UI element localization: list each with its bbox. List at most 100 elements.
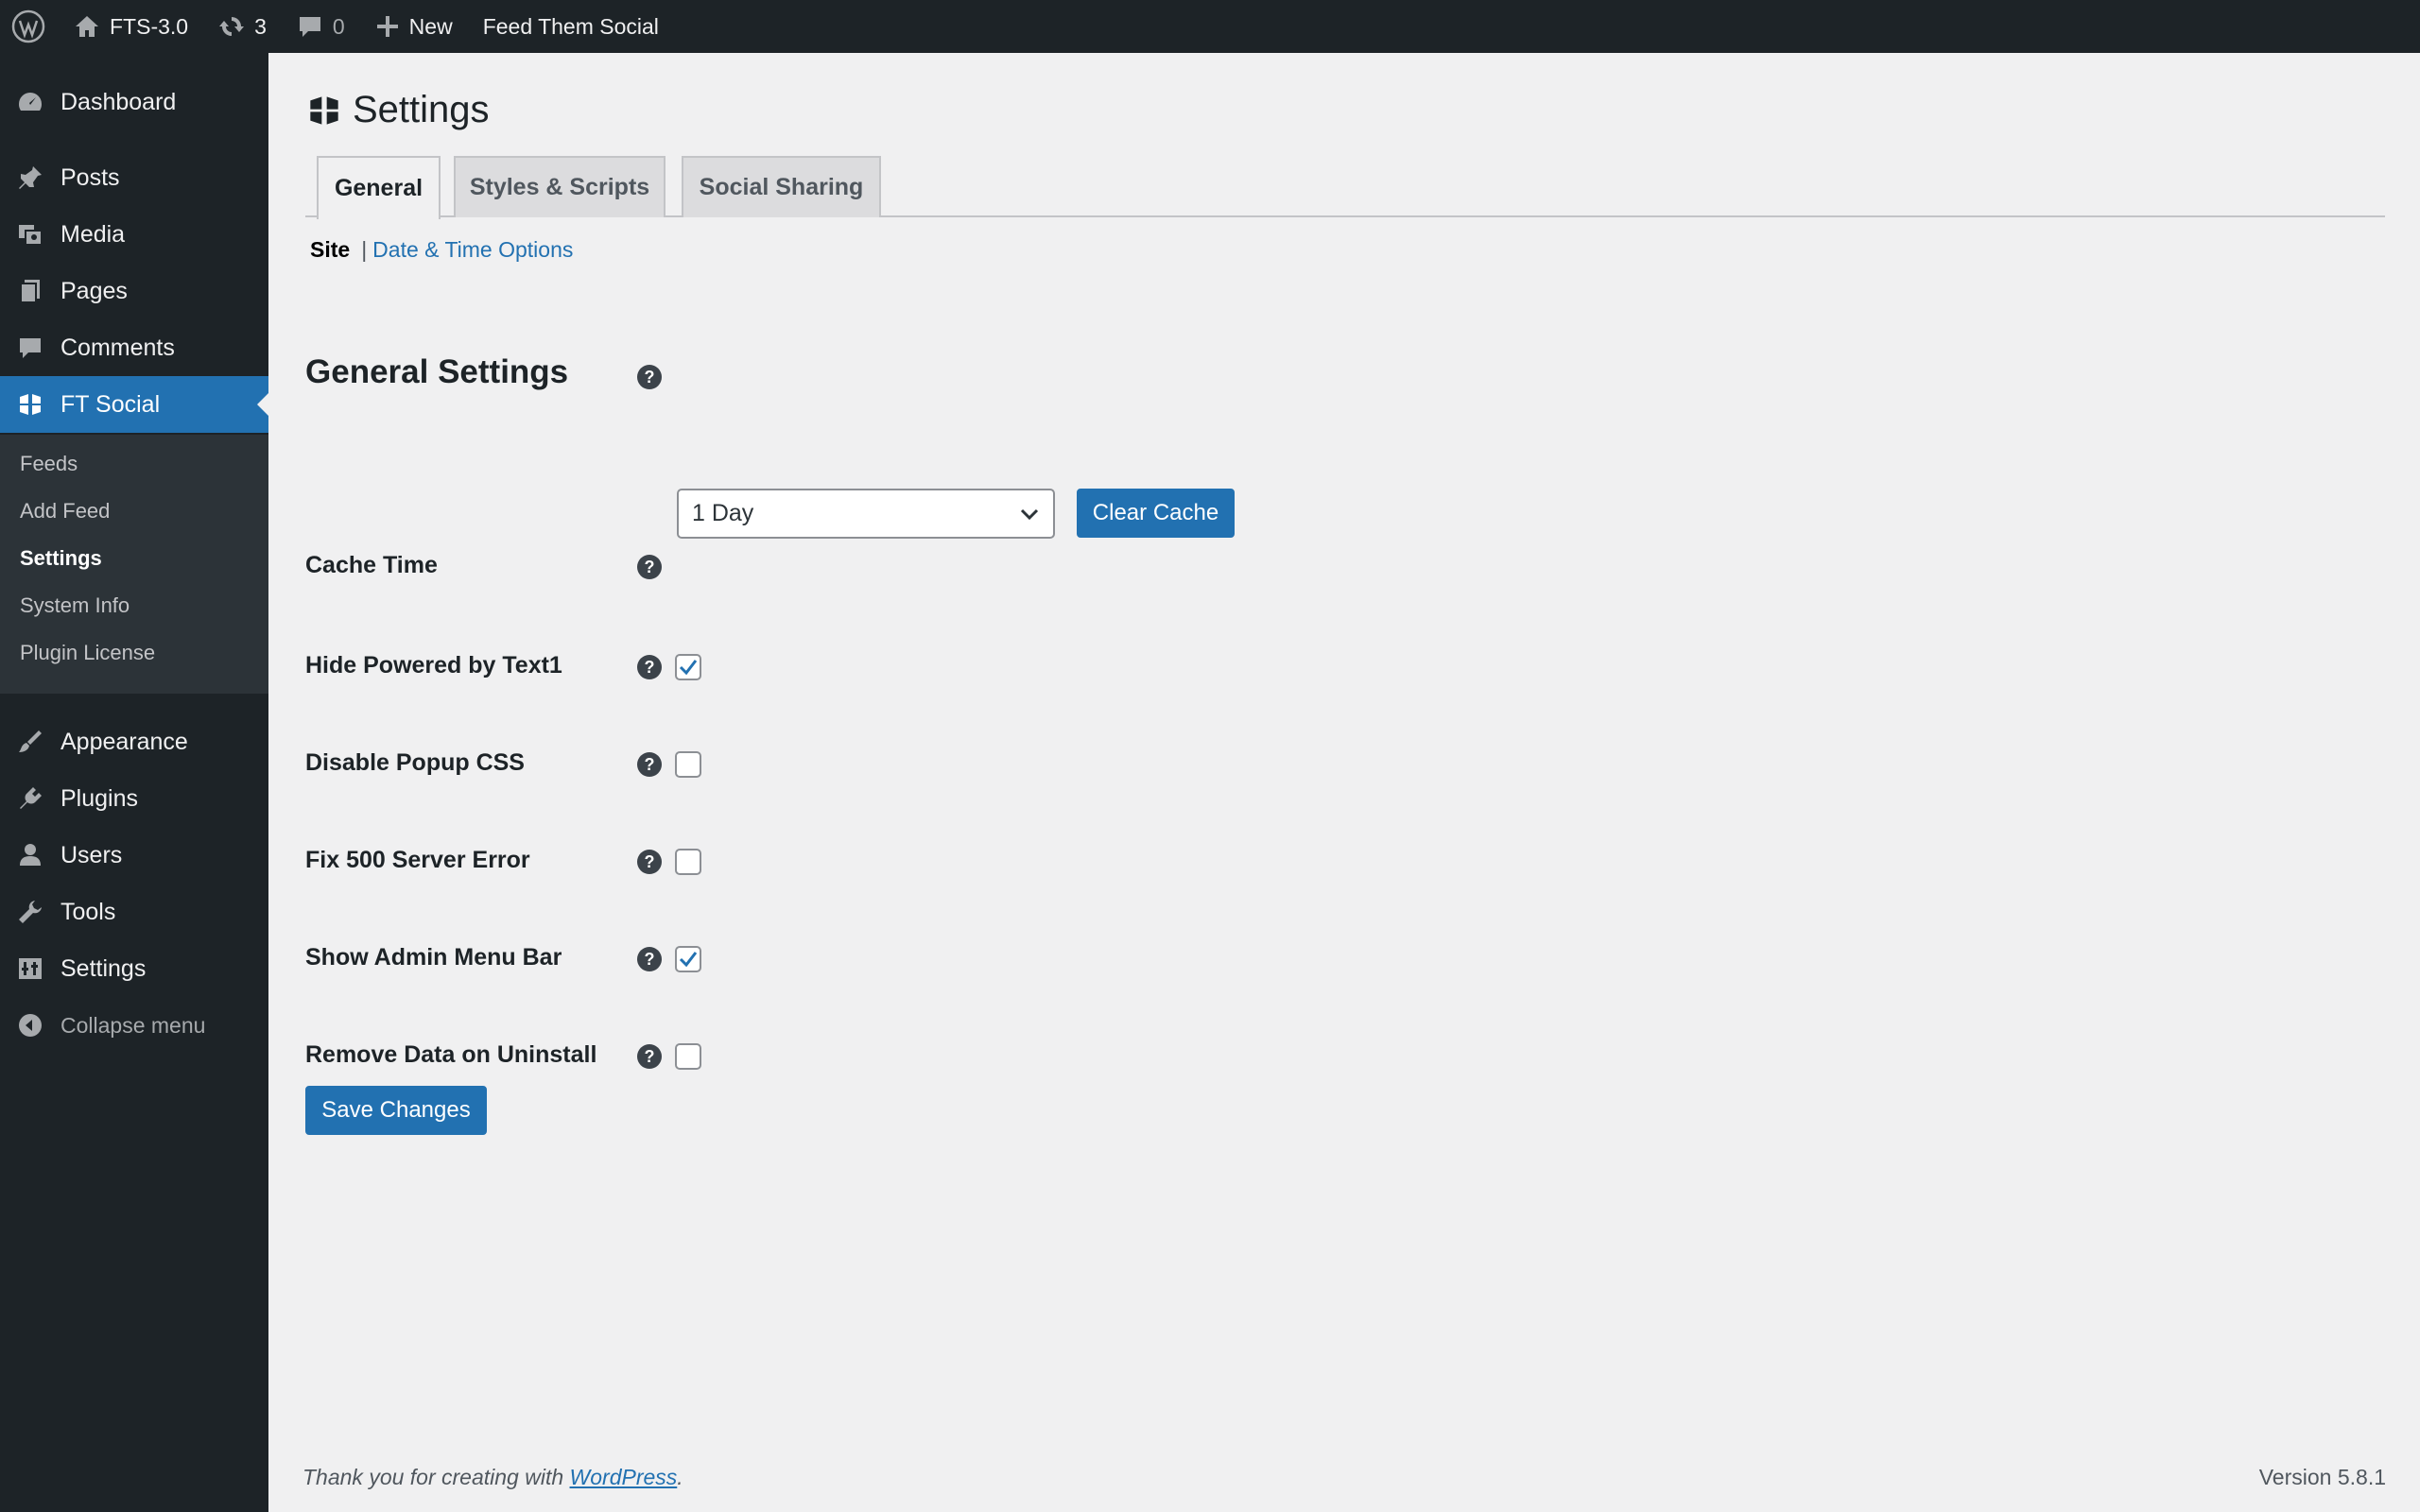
admin-sidebar: Dashboard Posts Media Pages Comments FT …: [0, 53, 268, 1512]
checkmark-icon: [679, 952, 698, 968]
plus-icon: [376, 16, 398, 37]
comment-icon: [0, 334, 60, 362]
show-admin-menu-bar-checkbox[interactable]: [675, 946, 701, 972]
cache-time-select[interactable]: 1 Day: [677, 489, 1055, 539]
sidebar-item-label: Comments: [60, 334, 175, 361]
sidebar-item-appearance[interactable]: Appearance: [0, 713, 268, 770]
pin-icon: [0, 163, 60, 192]
chevron-down-icon: [1019, 504, 1040, 524]
collapse-icon: [0, 1011, 60, 1040]
plugin-icon: [0, 784, 60, 813]
fix-500-server-error-label: Fix 500 Server Error: [305, 847, 530, 873]
sidebar-item-tools[interactable]: Tools: [0, 884, 268, 940]
wordpress-logo-button[interactable]: [0, 0, 59, 53]
sidebar-item-label: Posts: [60, 163, 120, 191]
sidebar-item-label: Plugins: [60, 784, 138, 812]
page-title-text: Settings: [353, 89, 490, 130]
sidebar-item-settings[interactable]: Settings: [0, 940, 268, 997]
save-changes-button[interactable]: Save Changes: [305, 1086, 487, 1135]
submenu-item-feeds[interactable]: Feeds: [20, 452, 78, 476]
wordpress-icon: [11, 9, 45, 43]
footer-thanks-suffix: .: [677, 1465, 683, 1489]
help-icon[interactable]: ?: [637, 365, 662, 389]
new-label: New: [408, 13, 453, 39]
sidebar-item-label: Pages: [60, 277, 128, 304]
ft-social-submenu: Feeds Add Feed Settings System Info Plug…: [0, 435, 268, 694]
sidebar-item-label: Collapse menu: [60, 1012, 206, 1038]
collapse-menu-button[interactable]: Collapse menu: [0, 997, 268, 1054]
ft-social-icon: [0, 390, 60, 419]
submenu-item-settings[interactable]: Settings: [20, 546, 102, 571]
show-admin-menu-bar-label: Show Admin Menu Bar: [305, 944, 562, 971]
comment-bubble-icon: [299, 17, 320, 37]
sidebar-item-label: FT Social: [60, 390, 161, 418]
cache-time-label: Cache Time: [305, 552, 438, 578]
cache-time-value: 1 Day: [692, 500, 754, 526]
submenu-item-plugin-license[interactable]: Plugin License: [20, 641, 155, 665]
sidebar-item-label: Appearance: [60, 728, 188, 755]
dashboard-icon: [0, 88, 60, 116]
sidebar-item-dashboard[interactable]: Dashboard: [0, 74, 268, 130]
sidebar-item-pages[interactable]: Pages: [0, 263, 268, 319]
settings-icon: [0, 954, 60, 983]
sidebar-item-comments[interactable]: Comments: [0, 319, 268, 376]
feed-them-social-link[interactable]: Feed Them Social: [468, 0, 674, 53]
sidebar-item-label: Users: [60, 841, 123, 868]
help-icon[interactable]: ?: [637, 655, 662, 679]
comments-link[interactable]: 0: [282, 0, 360, 53]
help-icon[interactable]: ?: [637, 947, 662, 971]
checkmark-icon: [679, 660, 698, 676]
tab-general[interactable]: General: [317, 156, 441, 219]
help-icon[interactable]: ?: [637, 752, 662, 777]
sidebar-item-plugins[interactable]: Plugins: [0, 770, 268, 827]
wordpress-link[interactable]: WordPress: [570, 1465, 678, 1489]
subnav-date-time-options-link[interactable]: Date & Time Options: [372, 237, 573, 263]
fix-500-server-error-checkbox[interactable]: [675, 849, 701, 875]
ft-social-logo-icon: [310, 95, 338, 125]
tab-styles-scripts[interactable]: Styles & Scripts: [454, 156, 666, 217]
help-icon[interactable]: ?: [637, 555, 662, 579]
main-content: Settings General Styles & Scripts Social…: [268, 53, 2420, 1512]
wrench-icon: [0, 898, 60, 926]
admin-bar: FTS-3.0 3 0 New Feed Them Social: [0, 0, 2420, 53]
sidebar-item-posts[interactable]: Posts: [0, 149, 268, 206]
sidebar-item-label: Tools: [60, 898, 116, 925]
clear-cache-button[interactable]: Clear Cache: [1077, 489, 1235, 538]
sub-navigation: Site | Date & Time Options: [310, 237, 573, 263]
help-icon[interactable]: ?: [637, 1044, 662, 1069]
section-title: General Settings: [305, 353, 569, 390]
submenu-item-add-feed[interactable]: Add Feed: [20, 499, 110, 524]
subnav-site[interactable]: Site: [310, 237, 350, 263]
disable-popup-css-checkbox[interactable]: [675, 751, 701, 778]
footer-thanks-prefix: Thank you for creating with: [302, 1465, 570, 1489]
page-title: Settings: [305, 89, 490, 131]
sidebar-item-label: Dashboard: [60, 88, 177, 115]
sidebar-item-users[interactable]: Users: [0, 827, 268, 884]
pages-icon: [0, 277, 60, 305]
updates-link[interactable]: 3: [203, 0, 282, 53]
new-content-link[interactable]: New: [360, 0, 468, 53]
sidebar-item-media[interactable]: Media: [0, 206, 268, 263]
sidebar-item-ft-social[interactable]: FT Social: [0, 376, 268, 433]
remove-data-on-uninstall-checkbox[interactable]: [675, 1043, 701, 1070]
remove-data-on-uninstall-label: Remove Data on Uninstall: [305, 1041, 597, 1068]
subnav-separator: |: [361, 237, 368, 262]
tab-social-sharing[interactable]: Social Sharing: [682, 156, 881, 217]
submenu-item-system-info[interactable]: System Info: [20, 593, 130, 618]
hide-powered-by-label: Hide Powered by Text1: [305, 652, 562, 679]
disable-popup-css-label: Disable Popup CSS: [305, 749, 525, 776]
media-icon: [0, 220, 60, 249]
site-name-link[interactable]: FTS-3.0: [59, 0, 203, 53]
footer-thanks: Thank you for creating with WordPress.: [302, 1465, 683, 1490]
footer-version: Version 5.8.1: [2258, 1465, 2386, 1489]
home-icon: [76, 16, 98, 37]
brush-icon: [0, 728, 60, 756]
sidebar-item-label: Media: [60, 220, 126, 248]
plugin-label: Feed Them Social: [482, 13, 659, 39]
hide-powered-by-checkbox[interactable]: [675, 654, 701, 680]
refresh-icon: [219, 17, 245, 36]
user-icon: [0, 841, 60, 869]
comments-count: 0: [332, 13, 345, 39]
help-icon[interactable]: ?: [637, 850, 662, 874]
updates-count: 3: [254, 13, 267, 39]
